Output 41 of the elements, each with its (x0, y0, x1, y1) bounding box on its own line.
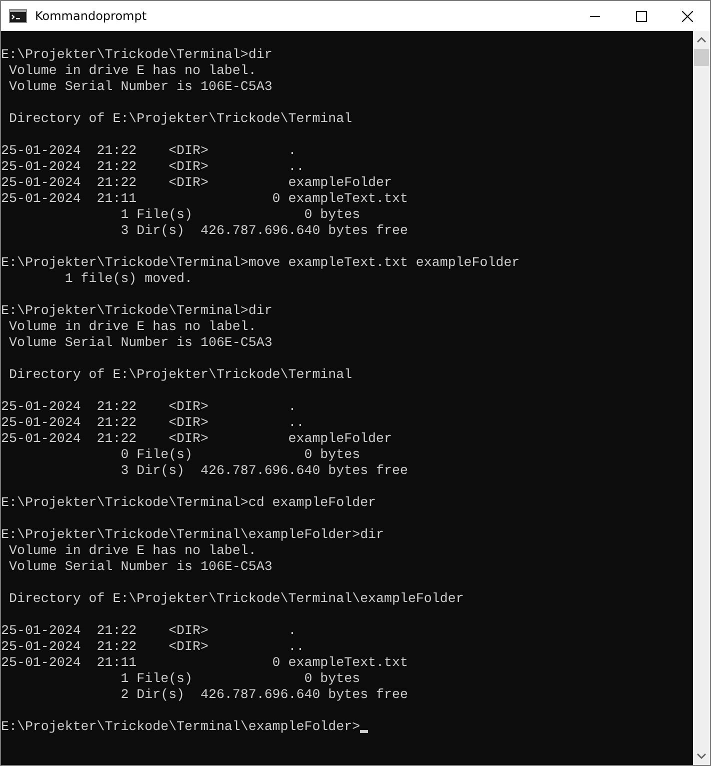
console-line: 25-01-2024 21:22 <DIR> .. (1, 415, 304, 431)
console-line: E:\Projekter\Trickode\Terminal>dir (1, 47, 272, 63)
scroll-thumb[interactable] (694, 49, 709, 66)
console-line: Volume Serial Number is 106E-C5A3 (8, 335, 272, 351)
console-line: 1 file(s) moved. (64, 271, 193, 287)
console-line: 25-01-2024 21:22 <DIR> exampleFolder (1, 431, 392, 447)
console-line: 3 Dir(s) 426.787.696.640 bytes free (120, 223, 408, 239)
console-line: E:\Projekter\Trickode\Terminal>cd exampleFolder (1, 495, 376, 511)
console-line: 1 File(s) 0 bytes (120, 207, 360, 223)
scroll-down-icon[interactable] (697, 753, 706, 759)
console-line: Directory of E:\Projekter\Trickode\Terminal\exampleFolder (8, 591, 464, 607)
console-line: Volume Serial Number is 106E-C5A3 (8, 559, 272, 575)
text-cursor (360, 730, 368, 733)
console-line: 25-01-2024 21:11 0 exampleText.txt (1, 191, 408, 207)
console-line: Volume in drive E has no label. (8, 63, 256, 79)
console-line: 25-01-2024 21:22 <DIR> .. (1, 639, 304, 655)
console-line: 25-01-2024 21:11 0 exampleText.txt (1, 655, 408, 671)
maximize-icon (636, 10, 646, 22)
console-line: 25-01-2024 21:22 <DIR> .. (1, 159, 304, 175)
console-line: Volume in drive E has no label. (8, 543, 256, 559)
console-line: Directory of E:\Projekter\Trickode\Terminal (8, 111, 352, 127)
scroll-up-icon[interactable] (697, 37, 706, 43)
console-line: Volume Serial Number is 106E-C5A3 (8, 79, 272, 95)
console-line: Directory of E:\Projekter\Trickode\Terminal (8, 367, 352, 383)
console-line: Volume in drive E has no label. (8, 319, 256, 335)
console-line: 25-01-2024 21:22 <DIR> . (1, 399, 296, 415)
console-line: E:\Projekter\Trickode\Terminal\exampleFolder>dir (1, 527, 384, 543)
console-line: 2 Dir(s) 426.787.696.640 bytes free (120, 687, 408, 703)
console-line: 25-01-2024 21:22 <DIR> . (1, 143, 296, 159)
console-line: 25-01-2024 21:22 <DIR> exampleFolder (1, 175, 392, 191)
scrollbar[interactable] (693, 31, 710, 765)
console-line: 3 Dir(s) 426.787.696.640 bytes free (120, 463, 408, 479)
console-line: E:\Projekter\Trickode\Terminal>move exampleText.txt exampleFolder (1, 255, 520, 271)
console-line: 1 File(s) 0 bytes (120, 671, 360, 687)
command-prompt: E:\Projekter\Trickode\Terminal\exampleFolder> (1, 719, 360, 735)
close-icon (682, 10, 692, 22)
window-title: Kommandoprompt (35, 9, 147, 23)
console-line: 0 File(s) 0 bytes (120, 447, 360, 463)
console-icon (9, 9, 27, 23)
console-line: 25-01-2024 21:22 <DIR> . (1, 623, 296, 639)
console-line: E:\Projekter\Trickode\Terminal>dir (1, 303, 272, 319)
